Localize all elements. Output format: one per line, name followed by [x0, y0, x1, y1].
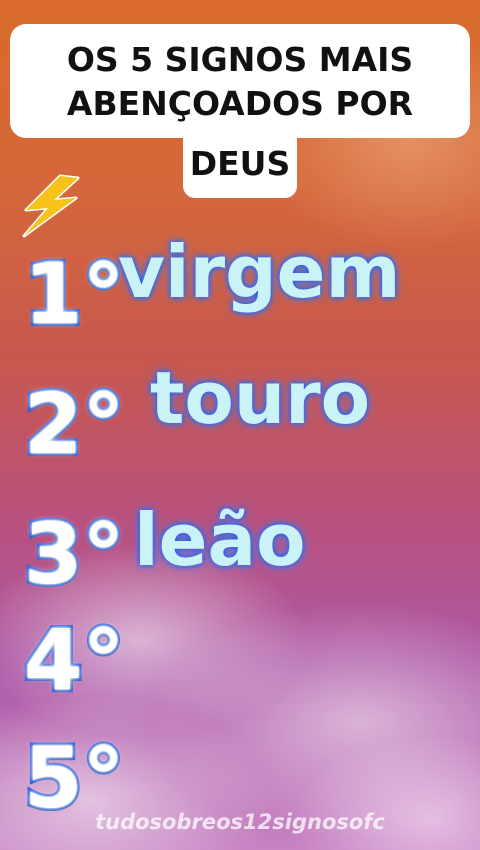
lightning-bolt-icon [22, 174, 80, 238]
title-line-2: ABENÇOADOS POR [66, 84, 414, 123]
title-line-1: OS 5 SIGNOS MAIS [66, 40, 414, 79]
rank-4: 4° [21, 611, 127, 709]
watermark: tudosobreos12signosofc [95, 810, 385, 834]
sign-1: virgem [118, 230, 401, 314]
rank-1: 1° [21, 245, 127, 343]
rank-5: 5° [21, 729, 127, 827]
rank-2: 2° [21, 375, 127, 473]
title-line-3: DEUS [189, 144, 291, 183]
sign-2: touro [150, 356, 371, 440]
title-box-tab: DEUS [183, 136, 297, 198]
title-box: OS 5 SIGNOS MAIS ABENÇOADOS POR [10, 24, 470, 138]
sign-3: leão [134, 498, 306, 582]
rank-3: 3° [21, 505, 127, 603]
